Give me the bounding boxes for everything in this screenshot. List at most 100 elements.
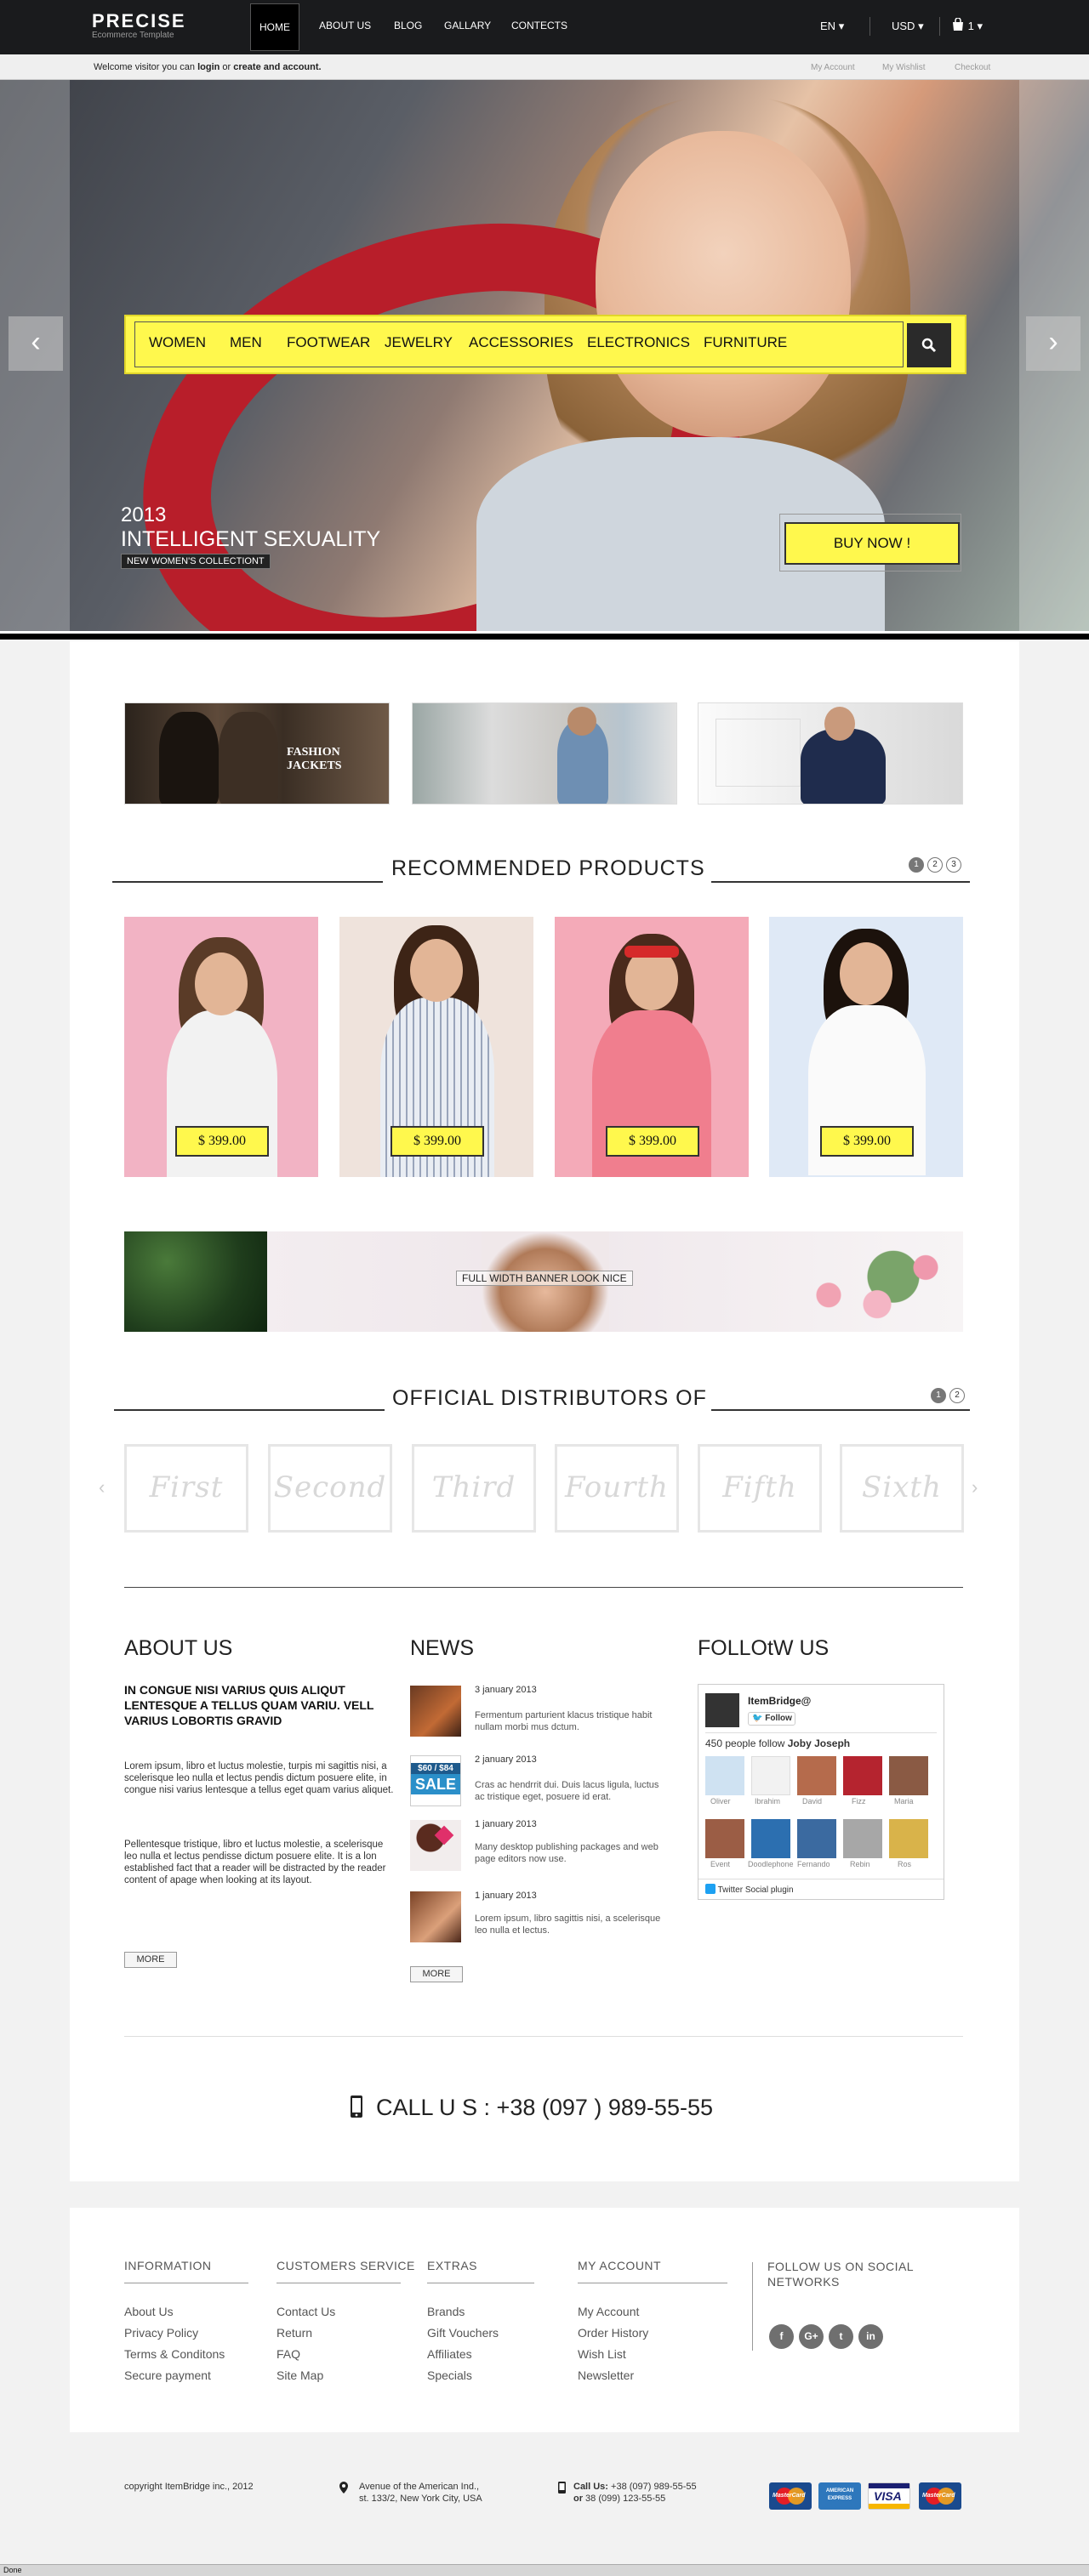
twitter-account-name[interactable]: ItemBridge@ [748,1695,811,1707]
nav-gallary[interactable]: GALLARY [444,0,491,51]
cart-button[interactable]: 1 ▾ [951,0,983,53]
nav-about-us[interactable]: ABOUT US [319,0,371,51]
follower-avatar[interactable] [797,1756,836,1795]
nav-contects[interactable]: CONTECTS [511,0,567,51]
recommended-page-3[interactable]: 3 [946,857,961,873]
section-line [112,881,383,883]
banner-urban-men[interactable] [412,702,677,805]
footer-link[interactable]: Contact Us [277,2305,335,2318]
menu-footwear[interactable]: FOOTWEAR [287,334,370,351]
news-summary[interactable]: Many desktop publishing packages and web… [475,1841,670,1865]
distributor-logo[interactable]: Fifth [698,1444,822,1533]
footer-link[interactable]: Terms & Conditons [124,2347,225,2361]
footer-link[interactable]: Specials [427,2368,472,2382]
login-link[interactable]: login [197,62,220,72]
distributor-logo[interactable]: Second [268,1444,392,1533]
footer-link[interactable]: FAQ [277,2347,300,2361]
distributor-logo[interactable]: First [124,1444,248,1533]
distributor-logo[interactable]: Third [412,1444,536,1533]
news-thumbnail[interactable] [410,1686,461,1737]
follower-avatar[interactable] [889,1819,928,1858]
menu-jewelry[interactable]: JEWELRY [385,334,453,351]
menu-furniture[interactable]: FURNITURE [704,334,787,351]
news-thumbnail[interactable] [410,1820,461,1871]
distributors-prev-button[interactable]: ‹ [99,1476,105,1498]
footer-link[interactable]: Brands [427,2305,465,2318]
news-summary[interactable]: Cras ac hendrrit dui. Duis lacus ligula,… [475,1779,670,1803]
footer-link[interactable]: Gift Vouchers [427,2326,499,2340]
about-more-button[interactable]: MORE [124,1952,177,1968]
checkout-link[interactable]: Checkout [955,63,990,72]
search-button[interactable] [907,323,951,367]
product-card[interactable]: $ 399.00 [769,917,963,1177]
footer-link[interactable]: Secure payment [124,2368,211,2382]
news-thumbnail[interactable] [410,1891,461,1942]
follower-avatar[interactable] [843,1756,882,1795]
footer-link[interactable]: Site Map [277,2368,323,2382]
menu-women[interactable]: WOMEN [149,334,206,351]
news-more-button[interactable]: MORE [410,1966,463,1982]
menu-accessories[interactable]: ACCESSORIES [469,334,573,351]
follower-avatar[interactable] [751,1819,790,1858]
recommended-page-1[interactable]: 1 [909,857,924,873]
footer-link[interactable]: My Account [578,2305,639,2318]
currency-select[interactable]: USD ▾ [892,0,924,53]
follower-avatar[interactable] [751,1756,790,1795]
product-card[interactable]: $ 399.00 [124,917,318,1177]
create-account-link[interactable]: create and account. [233,62,321,72]
footer-link[interactable]: Wish List [578,2347,626,2361]
banner-fashion-jackets[interactable]: FASHION JACKETS [124,702,390,805]
twitter-follow-button[interactable]: 🐦 Follow [748,1712,795,1726]
menu-men[interactable]: MEN [230,334,262,351]
distributor-logo[interactable]: Sixth [840,1444,964,1533]
product-price[interactable]: $ 399.00 [606,1126,699,1157]
distributors-page-2[interactable]: 2 [949,1388,965,1403]
distributors-page-1[interactable]: 1 [931,1388,946,1403]
google-plus-icon[interactable]: G+ [799,2324,824,2349]
linkedin-icon[interactable]: in [858,2324,883,2349]
logo[interactable]: PRECISE [92,10,186,32]
distributors-next-button[interactable]: › [972,1476,978,1498]
address-line: Avenue of the American Ind., [359,2482,480,2492]
distributor-logo[interactable]: Fourth [555,1444,679,1533]
footer-link[interactable]: Affiliates [427,2347,472,2361]
product-price[interactable]: $ 399.00 [175,1126,269,1157]
account-avatar[interactable] [705,1693,739,1727]
product-price[interactable]: $ 399.00 [391,1126,484,1157]
footer-link[interactable]: Order History [578,2326,648,2340]
news-thumbnail[interactable]: $60 / $84 SALE [410,1755,461,1806]
news-summary[interactable]: Lorem ipsum, libro sagittis nisi, a scel… [475,1913,670,1936]
twitter-plugin-footer[interactable]: Twitter Social plugin [705,1884,794,1895]
slider-next-button[interactable]: › [1026,316,1080,371]
footer-link[interactable]: Return [277,2326,312,2340]
follower-avatar[interactable] [705,1819,744,1858]
follower-avatar[interactable] [889,1756,928,1795]
menu-electronics[interactable]: ELECTRONICS [587,334,690,351]
follower-name[interactable]: Joby Joseph [788,1737,850,1749]
my-wishlist-link[interactable]: My Wishlist [882,63,926,72]
slider-prev-button[interactable]: ‹ [9,316,63,371]
product-price[interactable]: $ 399.00 [820,1126,914,1157]
recommended-page-2[interactable]: 2 [927,857,943,873]
full-width-banner[interactable]: FULL WIDTH BANNER LOOK NICE [124,1231,963,1332]
nav-blog[interactable]: BLOG [394,0,422,51]
footer-link[interactable]: Newsletter [578,2368,634,2382]
news-summary[interactable]: Fermentum parturient klacus tristique ha… [475,1709,670,1733]
facebook-icon[interactable]: f [769,2324,794,2349]
model-head [567,707,596,736]
follower-avatar[interactable] [705,1756,744,1795]
twitter-icon[interactable]: t [829,2324,853,2349]
follower-avatar[interactable] [843,1819,882,1858]
banner-suit-men[interactable] [698,702,963,805]
product-card[interactable]: $ 399.00 [555,917,749,1177]
buy-now-button[interactable]: BUY NOW ! [784,522,960,565]
phone-number[interactable]: 38 (099) 123-55-55 [583,2494,665,2504]
language-select[interactable]: EN ▾ [820,0,844,53]
footer-link[interactable]: About Us [124,2305,174,2318]
phone-number[interactable]: +38 (097) 989-55-55 [608,2482,697,2492]
product-card[interactable]: $ 399.00 [339,917,533,1177]
nav-home[interactable]: HOME [250,3,299,51]
footer-link[interactable]: Privacy Policy [124,2326,198,2340]
my-account-link[interactable]: My Account [811,63,855,72]
follower-avatar[interactable] [797,1819,836,1858]
